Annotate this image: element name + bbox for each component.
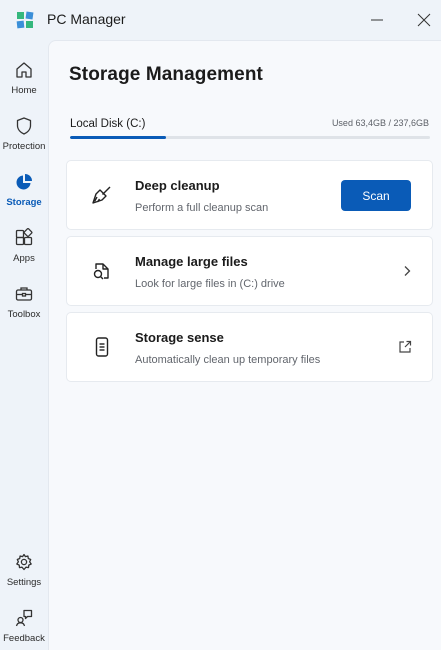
title-bar: PC Manager: [0, 0, 441, 40]
toolbox-icon: [15, 287, 33, 301]
storage-sense-card[interactable]: Storage sense Automatically clean up tem…: [66, 312, 433, 382]
card-title: Manage large files: [135, 254, 248, 269]
card-title: Deep cleanup: [135, 178, 220, 193]
sidebar-item-label: Feedback: [3, 633, 45, 644]
sidebar-item-home[interactable]: Home: [0, 58, 48, 110]
home-icon: [16, 62, 32, 78]
broom-icon: [92, 186, 111, 204]
card-description: Automatically clean up temporary files: [135, 354, 321, 366]
disk-usage-fill: [70, 136, 167, 139]
phone-storage-icon: [95, 337, 109, 357]
file-search-icon: [93, 263, 109, 280]
app-title: PC Manager: [47, 11, 126, 27]
sidebar-item-feedback[interactable]: Feedback: [0, 606, 48, 650]
chevron-right-icon: [404, 266, 411, 276]
storage-panel: Storage Management Local Disk (C:) Used …: [48, 40, 441, 650]
sidebar-item-label: Settings: [6, 577, 42, 588]
manage-large-files-card[interactable]: Manage large files Look for large files …: [66, 236, 433, 306]
sidebar-item-settings[interactable]: Settings: [0, 550, 48, 602]
sidebar-item-protection[interactable]: Protection: [0, 114, 48, 166]
sidebar: Home Protection Storage Apps Toolbox Set…: [0, 40, 48, 650]
card-description: Look for large files in (C:) drive: [135, 278, 285, 290]
minimize-icon: [371, 19, 383, 21]
sidebar-item-label: Toolbox: [7, 309, 41, 320]
scan-button[interactable]: Scan: [341, 180, 411, 211]
sidebar-item-label: Apps: [13, 253, 35, 264]
sidebar-item-apps[interactable]: Apps: [0, 226, 48, 278]
shield-icon: [16, 117, 32, 135]
sidebar-item-label: Storage: [6, 197, 42, 208]
sidebar-item-storage[interactable]: Storage: [0, 170, 48, 222]
disk-usage-bar: [70, 136, 430, 139]
minimize-button[interactable]: [362, 6, 392, 34]
card-title: Storage sense: [135, 330, 224, 345]
page-title: Storage Management: [69, 64, 263, 85]
disk-usage-text: Used 63,4GB / 237,6GB: [331, 118, 429, 128]
close-icon: [417, 13, 431, 27]
disk-label: Local Disk (C:): [70, 118, 146, 130]
sidebar-item-toolbox[interactable]: Toolbox: [0, 282, 48, 334]
card-description: Perform a full cleanup scan: [135, 202, 269, 214]
sidebar-item-label: Home: [11, 85, 37, 96]
deep-cleanup-card: Deep cleanup Perform a full cleanup scan…: [66, 160, 433, 230]
close-button[interactable]: [409, 6, 439, 34]
open-external-icon[interactable]: [397, 339, 413, 355]
sidebar-item-label: Protection: [2, 141, 46, 152]
feedback-icon: [15, 609, 33, 627]
apps-grid-icon: [15, 228, 33, 246]
pie-chart-icon: [16, 174, 32, 190]
pc-manager-logo-icon: [16, 11, 34, 29]
gear-icon: [16, 553, 32, 571]
